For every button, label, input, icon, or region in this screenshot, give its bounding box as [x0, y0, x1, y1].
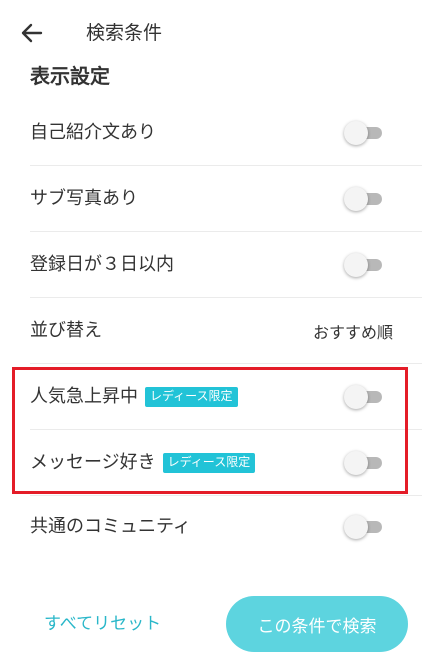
arrow-left-icon	[21, 23, 43, 43]
setting-row-common-community: 共通のコミュニティ	[30, 494, 422, 560]
common-community-toggle[interactable]	[344, 514, 384, 540]
registered-recent-toggle[interactable]	[344, 252, 384, 278]
setting-row-sub-photo: サブ写真あり	[30, 166, 422, 232]
setting-label: 並び替え	[30, 319, 102, 341]
setting-row-sort[interactable]: 並び替え おすすめ順	[30, 298, 422, 364]
sub-photo-toggle[interactable]	[344, 186, 384, 212]
annotation-highlight-box	[12, 367, 408, 494]
app-header: 検索条件	[0, 0, 422, 66]
toggle-knob	[344, 252, 368, 277]
search-with-conditions-button[interactable]: この条件で検索	[226, 596, 408, 652]
toggle-knob	[344, 120, 368, 145]
sort-value[interactable]: おすすめ順	[313, 319, 393, 343]
toggle-knob	[344, 186, 368, 211]
section-title-display-settings: 表示設定	[30, 64, 110, 88]
toggle-knob	[344, 515, 368, 539]
setting-label: 自己紹介文あり	[30, 121, 156, 143]
setting-row-registered-recent: 登録日が３日以内	[30, 232, 422, 298]
self-intro-toggle[interactable]	[344, 120, 384, 146]
search-conditions-screen: 検索条件 表示設定 自己紹介文あり サブ写真あり 登録日が３日以内 並び替え お…	[0, 0, 422, 665]
setting-label: 共通のコミュニティ	[30, 516, 191, 537]
setting-label: 登録日が３日以内	[30, 253, 174, 275]
reset-all-button[interactable]: すべてリセット	[44, 612, 161, 636]
page-title: 検索条件	[86, 22, 163, 44]
setting-label: サブ写真あり	[30, 187, 138, 209]
back-button[interactable]	[16, 18, 50, 48]
setting-row-self-intro: 自己紹介文あり	[30, 100, 422, 166]
